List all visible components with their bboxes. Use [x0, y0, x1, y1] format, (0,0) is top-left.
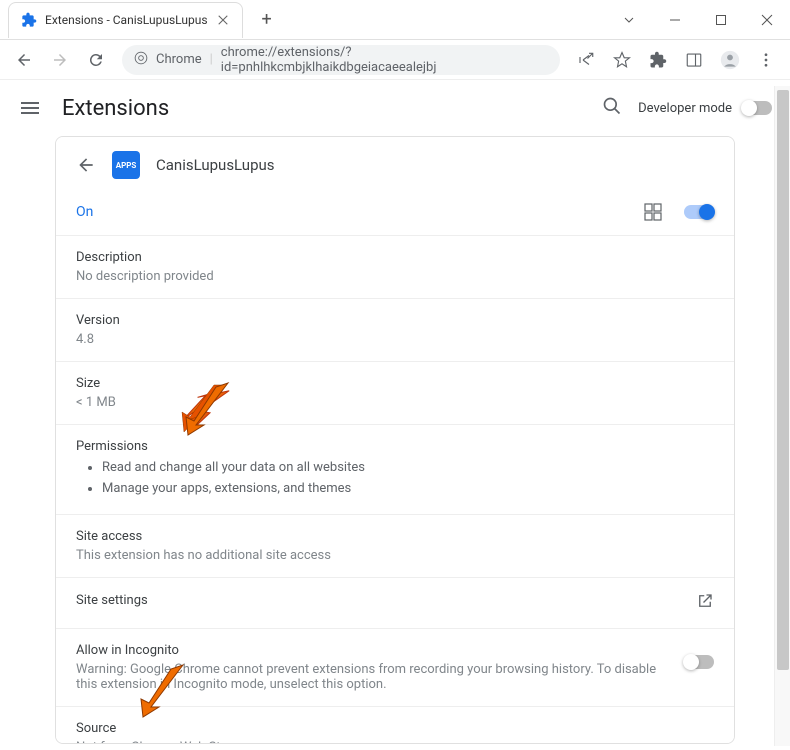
- profile-icon[interactable]: [714, 44, 746, 76]
- annotation-arrow-source: [131, 659, 191, 719]
- siteaccess-label: Site access: [76, 529, 714, 544]
- toolbar: Chrome | chrome://extensions/?id=pnhlhkc…: [0, 40, 790, 80]
- extension-app-icon: APPS: [112, 151, 140, 179]
- incognito-toggle[interactable]: [684, 655, 714, 669]
- chevron-down-icon[interactable]: [606, 4, 652, 36]
- page-title: Extensions: [62, 96, 169, 121]
- scrollbar[interactable]: [774, 86, 790, 746]
- source-label: Source: [76, 721, 714, 736]
- titlebar: Extensions - CanisLupusLupus +: [0, 0, 790, 40]
- version-label: Version: [76, 313, 714, 328]
- address-bar[interactable]: Chrome | chrome://extensions/?id=pnhlhkc…: [122, 45, 560, 75]
- new-tab-button[interactable]: +: [253, 6, 281, 34]
- extension-name: CanisLupusLupus: [156, 156, 275, 174]
- site-settings-row[interactable]: Site settings: [56, 578, 734, 629]
- annotation-arrow-permissions: [176, 377, 236, 437]
- version-value: 4.8: [76, 332, 714, 347]
- size-label: Size: [76, 376, 714, 391]
- description-value: No description provided: [76, 269, 714, 284]
- incognito-label: Allow in Incognito: [76, 643, 664, 658]
- forward-button[interactable]: [44, 44, 76, 76]
- close-button[interactable]: [744, 4, 790, 36]
- share-icon[interactable]: [570, 44, 602, 76]
- scrollbar-thumb[interactable]: [777, 90, 789, 670]
- reload-button[interactable]: [80, 44, 112, 76]
- maximize-button[interactable]: [698, 4, 744, 36]
- source-value: Not from Chrome Web Store.: [76, 740, 714, 744]
- permissions-label: Permissions: [76, 439, 714, 454]
- permission-item: Read and change all your data on all web…: [102, 458, 714, 479]
- url-text: chrome://extensions/?id=pnhlhkcmbjklhaik…: [221, 45, 548, 75]
- status-label: On: [76, 204, 93, 220]
- developer-mode-toggle[interactable]: [742, 101, 772, 115]
- minimize-button[interactable]: [652, 4, 698, 36]
- enable-toggle[interactable]: [684, 205, 714, 219]
- search-icon[interactable]: [602, 96, 622, 120]
- size-value: < 1 MB: [76, 395, 714, 410]
- open-external-icon: [696, 592, 714, 614]
- close-icon[interactable]: [216, 13, 230, 27]
- developer-mode-label: Developer mode: [638, 101, 732, 116]
- description-label: Description: [76, 250, 714, 265]
- window-controls: [606, 4, 790, 36]
- extension-detail-card: APPS CanisLupusLupus On Description No d…: [55, 136, 735, 744]
- permissions-list: Read and change all your data on all web…: [76, 458, 714, 500]
- extension-icon: [21, 12, 37, 28]
- permission-item: Manage your apps, extensions, and themes: [102, 479, 714, 500]
- chrome-chip: Chrome: [156, 52, 202, 67]
- back-button[interactable]: [8, 44, 40, 76]
- grid-icon[interactable]: [644, 203, 662, 221]
- star-icon[interactable]: [606, 44, 638, 76]
- developer-mode: Developer mode: [638, 101, 772, 116]
- tab-title: Extensions - CanisLupusLupus: [45, 13, 208, 27]
- extensions-icon[interactable]: [642, 44, 674, 76]
- hamburger-icon[interactable]: [18, 96, 42, 120]
- browser-tab[interactable]: Extensions - CanisLupusLupus: [8, 2, 243, 38]
- sitesettings-label: Site settings: [76, 593, 148, 608]
- menu-icon[interactable]: [750, 44, 782, 76]
- back-arrow-icon[interactable]: [76, 155, 96, 175]
- chrome-icon: [134, 51, 148, 69]
- siteaccess-value: This extension has no additional site ac…: [76, 548, 714, 563]
- sidepanel-icon[interactable]: [678, 44, 710, 76]
- extensions-header: Extensions Developer mode: [0, 80, 790, 136]
